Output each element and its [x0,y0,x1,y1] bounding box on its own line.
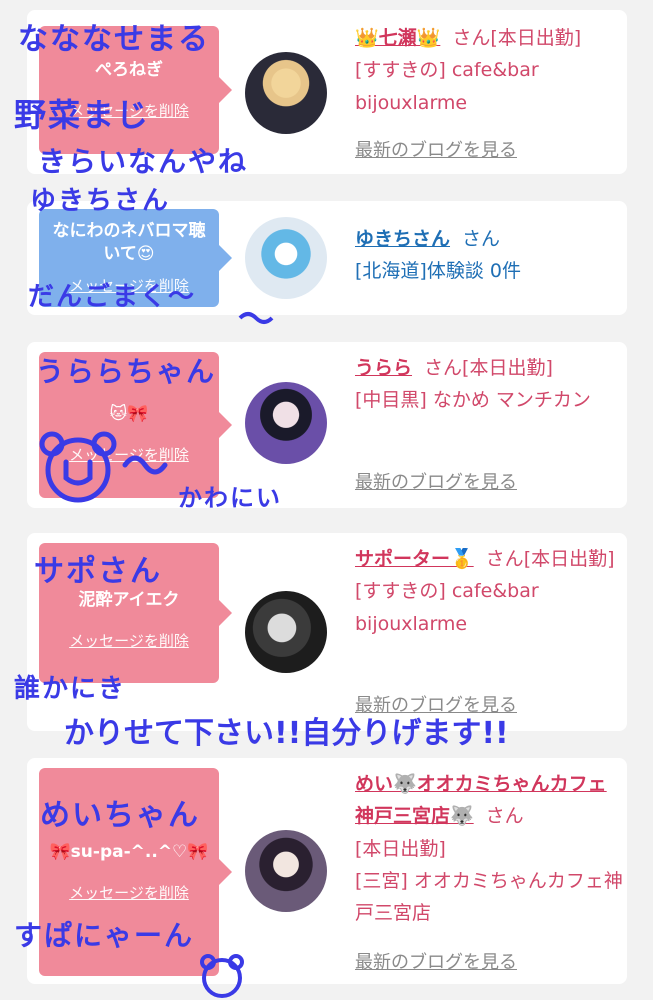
status-text: [本日出勤] [462,357,553,379]
handwriting-text: すぱにゃーん [14,919,195,952]
store-text: [中目黒] なかめ マンチカン [355,389,591,412]
handwriting-text: かりせて下さい!!自分りげます!! [64,716,509,751]
store-text: [すすきの] cafe&bar bijouxlarme [355,59,539,114]
honorific: さん [485,805,524,828]
handwriting-text: ゆきちさん [30,186,171,216]
honorific: さん [485,548,524,570]
handwriting-text: 誰かにき [14,674,127,704]
cast-info: サポーター🥇 さん[本日出勤] [すすきの] cafe&bar bijouxlar… [355,543,617,640]
avatar[interactable] [245,382,327,464]
honorific: さん [462,228,501,250]
message-text: なにわのネバロマ聴いて😍 [52,220,206,264]
cast-info: うらら さん[本日出勤] [中目黒] なかめ マンチカン [355,352,617,417]
blog-link[interactable]: 最新のブログを見る [355,948,517,974]
handwriting-text: うららちゃん [36,355,217,388]
handwriting-text: 野菜まじ [14,96,151,134]
delete-message-link[interactable]: メッセージを削除 [69,630,189,651]
cast-name-link[interactable]: サポーター🥇 [355,548,474,570]
cast-name-link[interactable]: うらら [355,357,412,379]
tilde-mark [238,312,274,324]
message-text: 🐱🎀 [109,404,149,425]
cast-info: ゆきちさん さん [北海道]体験談 0件 [355,223,617,288]
message-text: 泥酔アイエク [78,590,180,611]
avatar[interactable] [245,830,327,912]
avatar[interactable] [245,217,327,299]
avatar[interactable] [245,591,327,673]
store-text: [三宮] オオカミちゃんカフェ神戸三宮店 [355,869,623,925]
handwriting-text: サポさん [34,554,162,589]
status-text: [本日出勤] [523,548,615,570]
cast-name-link[interactable]: ゆきちさん [355,228,450,250]
blog-link[interactable]: 最新のブログを見る [355,136,517,162]
honorific: さん [424,357,463,379]
status-text: [本日出勤] [490,27,582,49]
cast-info: 👑七瀬👑 さん[本日出勤] [すすきの] cafe&bar bijouxlarme [355,22,617,119]
honorific: さん [452,27,491,49]
message-text: 🎀su-pa-^..^♡🎀 [49,842,209,863]
cast-info: めい🐺オオカミちゃんカフェ神戸三宮店🐺 さん [本日出勤] [三宮] オオカミちゃ… [355,768,623,929]
delete-message-link[interactable]: メッセージを削除 [69,444,189,465]
handwriting-text: なななせまる [18,22,210,57]
message-text: ぺろねぎ [95,60,163,81]
delete-message-link[interactable]: メッセージを削除 [69,882,189,903]
handwriting-text: めいちゃん [40,798,200,833]
blog-link[interactable]: 最新のブログを見る [355,468,517,494]
handwriting-text: だんごまく〜 [28,282,197,312]
store-text: [すすきの] cafe&bar bijouxlarme [355,580,539,635]
status-text: [本日出勤] [355,837,446,860]
avatar[interactable] [245,52,327,134]
review-count-text: [北海道]体験談 0件 [355,260,521,283]
handwriting-text: かわにい [178,484,282,512]
cast-name-link[interactable]: 👑七瀬👑 [355,27,440,49]
cast-name-link[interactable]: めい🐺オオカミちゃんカフェ神戸三宮店🐺 [355,773,607,827]
handwriting-text: きらいなんやね [38,145,249,178]
